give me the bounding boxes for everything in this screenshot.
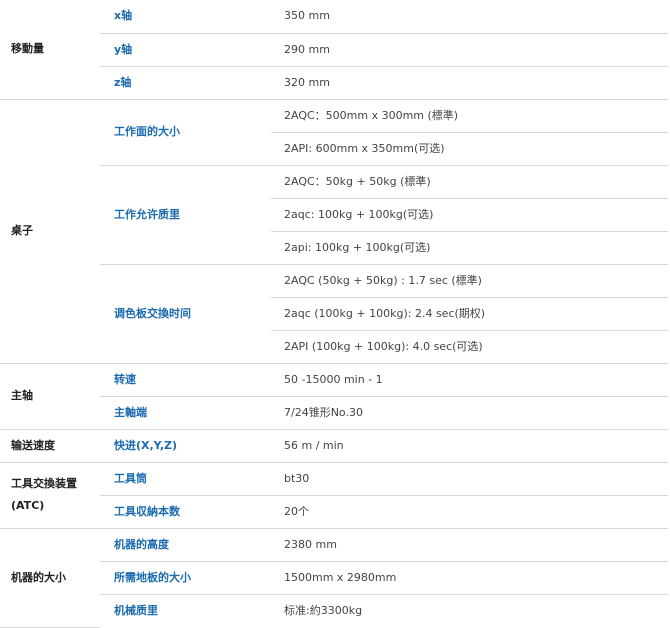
table-row: 机械质里 标准:約3300kg	[0, 594, 668, 627]
category-travel: 移動量	[0, 0, 100, 100]
spec-label: 机器的高度	[100, 528, 271, 562]
spec-label: 工作面的大小	[100, 99, 271, 166]
spec-value: 2API: 600mm x 350mm(可选)	[271, 132, 668, 166]
category-table: 桌子	[0, 99, 100, 364]
spec-label: z轴	[100, 66, 271, 100]
category-feed: 输送速度	[0, 429, 100, 463]
spec-value: 50 -15000 min - 1	[271, 363, 668, 397]
table-row: 机器的大小 机器的高度 2380 mm	[0, 528, 668, 628]
table-row: 桌子 工作面的大小 2AQC：500mm x 300mm (標準)	[0, 99, 668, 364]
table-row: 所需地板的大小 1500mm x 2980mm	[0, 561, 668, 595]
table-row: 移動量 x轴 350 mm	[0, 0, 668, 100]
category-spindle: 主轴	[0, 363, 100, 430]
table-row: z轴 320 mm	[0, 66, 668, 100]
spec-value: 350 mm	[271, 0, 668, 34]
spec-value: 1500mm x 2980mm	[271, 561, 668, 595]
spec-label: 工具筒	[100, 462, 271, 496]
table-row: 主轴 转速 50 -15000 min - 1	[0, 363, 668, 430]
spec-value: 320 mm	[271, 66, 668, 100]
spec-table: 移動量 x轴 350 mm y轴 290 mm z轴 320 mm 桌子 工作面…	[0, 0, 668, 628]
spec-label: 所需地板的大小	[100, 561, 271, 595]
spec-label: 工作允许质里	[100, 165, 271, 265]
spec-label: x轴	[100, 0, 271, 34]
table-row: 输送速度 快进(X,Y,Z) 56 m / min	[0, 429, 668, 463]
spec-value: 20个	[271, 495, 668, 529]
spec-value: 2380 mm	[271, 528, 668, 562]
spec-value: 7/24锥形No.30	[271, 396, 668, 430]
spec-value: 标准:約3300kg	[284, 603, 363, 617]
table-row: 工具収納本数 20个	[0, 495, 668, 529]
spec-value: 290 mm	[271, 33, 668, 67]
spec-label: y轴	[100, 33, 271, 67]
spec-value: 2AQC：50kg + 50kg (標準)	[271, 165, 668, 199]
spec-value: 56 m / min	[271, 429, 668, 463]
table-row: y轴 290 mm	[0, 33, 668, 67]
spec-value: 2API (100kg + 100kg): 4.0 sec(可选)	[271, 330, 668, 364]
table-row: 调色板交換时间 2AQC (50kg + 50kg) : 1.7 sec (標準…	[0, 264, 668, 364]
spec-value: 2aqc: 100kg + 100kg(可选)	[271, 198, 668, 232]
table-row: 主軸端 7/24锥形No.30	[0, 396, 668, 430]
spec-value: 2aqc (100kg + 100kg): 2.4 sec(期权)	[271, 297, 668, 331]
spec-label: 转速	[100, 363, 271, 397]
category-atc-line2: (ATC)	[11, 499, 45, 512]
spec-value: 2AQC：500mm x 300mm (標準)	[271, 99, 668, 133]
spec-label: 机械质里	[114, 603, 158, 617]
category-atc-line1: 工具交換装置	[11, 477, 77, 490]
spec-value: 2api: 100kg + 100kg(可选)	[271, 231, 668, 265]
spec-value: 2AQC (50kg + 50kg) : 1.7 sec (標準)	[271, 264, 668, 298]
table-row: 工作允许质里 2AQC：50kg + 50kg (標準)	[0, 165, 668, 265]
spec-label: 快进(X,Y,Z)	[100, 429, 271, 463]
table-row: 工具交換装置 (ATC) 工具筒 bt30	[0, 462, 668, 529]
spec-label: 主軸端	[100, 396, 271, 430]
category-atc: 工具交換装置 (ATC)	[0, 462, 100, 529]
spec-label: 工具収納本数	[100, 495, 271, 529]
spec-value: bt30	[271, 462, 668, 496]
category-machine: 机器的大小	[0, 528, 100, 628]
spec-label: 调色板交換时间	[100, 264, 271, 364]
